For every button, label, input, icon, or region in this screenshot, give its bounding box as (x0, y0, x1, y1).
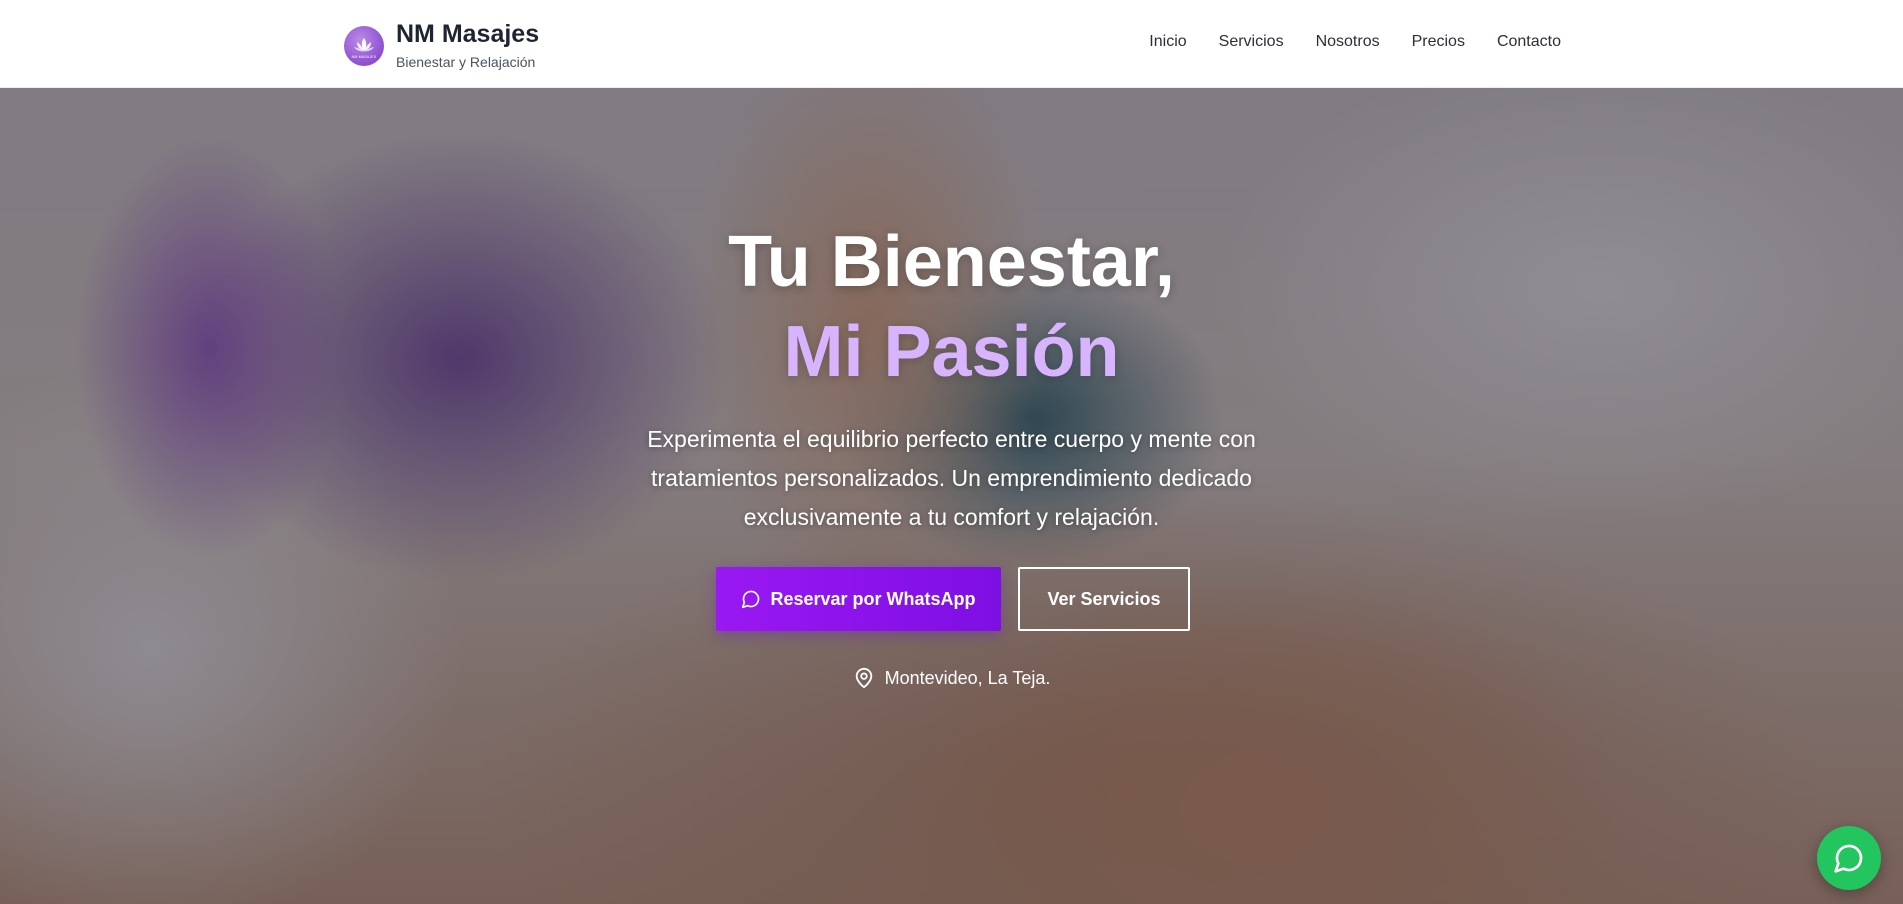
hero-title: Tu Bienestar, (728, 222, 1175, 302)
hero-subtitle: Experimenta el equilibrio perfecto entre… (647, 426, 1256, 530)
logo-text: NM MASAJES (351, 55, 377, 59)
whatsapp-float-button[interactable] (1817, 826, 1881, 890)
hero-buttons: Reservar por WhatsApp Ver Servicios (716, 567, 1190, 631)
hero-section: Tu Bienestar, Mi Pasión Experimenta el e… (0, 88, 1903, 904)
nav-item-precios[interactable]: Precios (1412, 33, 1465, 51)
brand-name[interactable]: NM Masajes (396, 22, 539, 47)
nav-item-contacto[interactable]: Contacto (1497, 33, 1561, 51)
nav-item-servicios[interactable]: Servicios (1219, 33, 1284, 51)
whatsapp-icon (1834, 844, 1863, 873)
main-nav: Inicio Servicios Nosotros Precios Contac… (1149, 33, 1561, 51)
view-services-button[interactable]: Ver Servicios (1018, 567, 1190, 631)
site-header: NM MASAJES NM Masajes Bienestar y Relaja… (0, 0, 1903, 88)
hero-title-accent: Mi Pasión (783, 312, 1120, 392)
brand-text: NM Masajes Bienestar y Relajación (396, 22, 539, 71)
reserve-whatsapp-label: Reservar por WhatsApp (770, 588, 976, 609)
map-pin-icon (855, 667, 872, 689)
logo[interactable]: NM MASAJES (344, 26, 384, 66)
nav-item-nosotros[interactable]: Nosotros (1316, 33, 1380, 51)
reserve-whatsapp-button[interactable]: Reservar por WhatsApp (716, 567, 1001, 631)
brand-tagline: Bienestar y Relajación (396, 54, 536, 70)
chat-bubble-icon (742, 590, 760, 609)
nav-item-inicio[interactable]: Inicio (1149, 33, 1186, 51)
brand[interactable]: NM MASAJES NM Masajes Bienestar y Relaja… (344, 22, 539, 70)
location: Montevideo, La Teja. (0, 666, 1903, 690)
location-text: Montevideo, La Teja. (884, 667, 1051, 688)
